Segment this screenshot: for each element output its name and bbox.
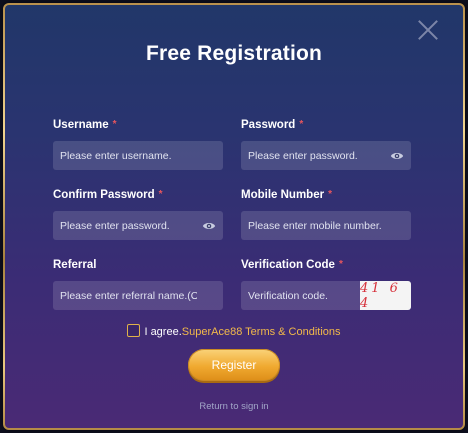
agree-text: I agree. xyxy=(144,326,182,338)
required-marker: * xyxy=(158,189,163,200)
username-field-group: Username * xyxy=(53,119,223,170)
password-label: Password * xyxy=(241,119,411,133)
referral-input-box xyxy=(53,281,223,310)
required-marker: * xyxy=(112,119,117,130)
captcha-image[interactable]: 41 6 4 xyxy=(360,281,411,311)
password-input-box xyxy=(241,141,411,170)
verification-field-group: Verification Code* 41 6 4 xyxy=(241,259,411,311)
agree-checkbox[interactable] xyxy=(127,324,141,337)
verification-label: Verification Code * xyxy=(241,259,411,273)
terms-link[interactable]: SuperAce88 Terms & Conditions xyxy=(182,326,341,338)
username-label: Username * xyxy=(53,119,223,133)
required-marker: * xyxy=(328,189,332,200)
agreement-row: I agree.SuperAce88 Terms & Conditions xyxy=(5,324,463,338)
mobile-input-box xyxy=(241,211,411,240)
password-input[interactable] xyxy=(241,141,411,170)
registration-modal: Free Registration Username* Password* Co… xyxy=(5,5,463,428)
mobile-input[interactable] xyxy=(241,211,411,240)
register-button[interactable]: Register xyxy=(188,349,280,381)
referral-label: Referral xyxy=(53,259,223,273)
confirm-password-input-box xyxy=(53,211,223,240)
referral-input[interactable] xyxy=(53,281,223,310)
confirm-password-label-text: Confirm Password xyxy=(53,189,155,201)
referral-field-group: Referral xyxy=(53,259,223,310)
mobile-field-group: Mobile Number * xyxy=(241,189,411,240)
mobile-label: Mobile Number * xyxy=(241,189,411,203)
password-field-group: Password * xyxy=(241,119,411,170)
confirm-password-field-group: Confirm Password * xyxy=(53,189,223,240)
username-input[interactable] xyxy=(53,141,223,170)
close-icon[interactable] xyxy=(417,19,439,41)
required-marker: * xyxy=(299,119,304,130)
password-label-text: Password xyxy=(241,119,296,131)
username-input-box xyxy=(53,141,223,170)
confirm-password-label: Confirm Password * xyxy=(53,189,223,203)
modal-title: Free Registration xyxy=(145,42,323,65)
eye-icon[interactable] xyxy=(390,149,404,163)
referral-label-text: Referral xyxy=(53,259,97,271)
eye-icon[interactable] xyxy=(202,219,216,233)
verification-label-text: Verification Code xyxy=(241,259,335,271)
registration-modal-frame: Free Registration Username* Password* Co… xyxy=(3,3,465,430)
mobile-label-text: Mobile Number xyxy=(241,189,325,201)
username-label-text: Username xyxy=(53,119,109,131)
return-to-sign-in-link[interactable]: Return to sign in xyxy=(5,401,463,412)
verification-input-box: 41 6 4 xyxy=(241,281,411,311)
confirm-password-input[interactable] xyxy=(53,211,223,240)
required-marker: * xyxy=(338,259,343,270)
